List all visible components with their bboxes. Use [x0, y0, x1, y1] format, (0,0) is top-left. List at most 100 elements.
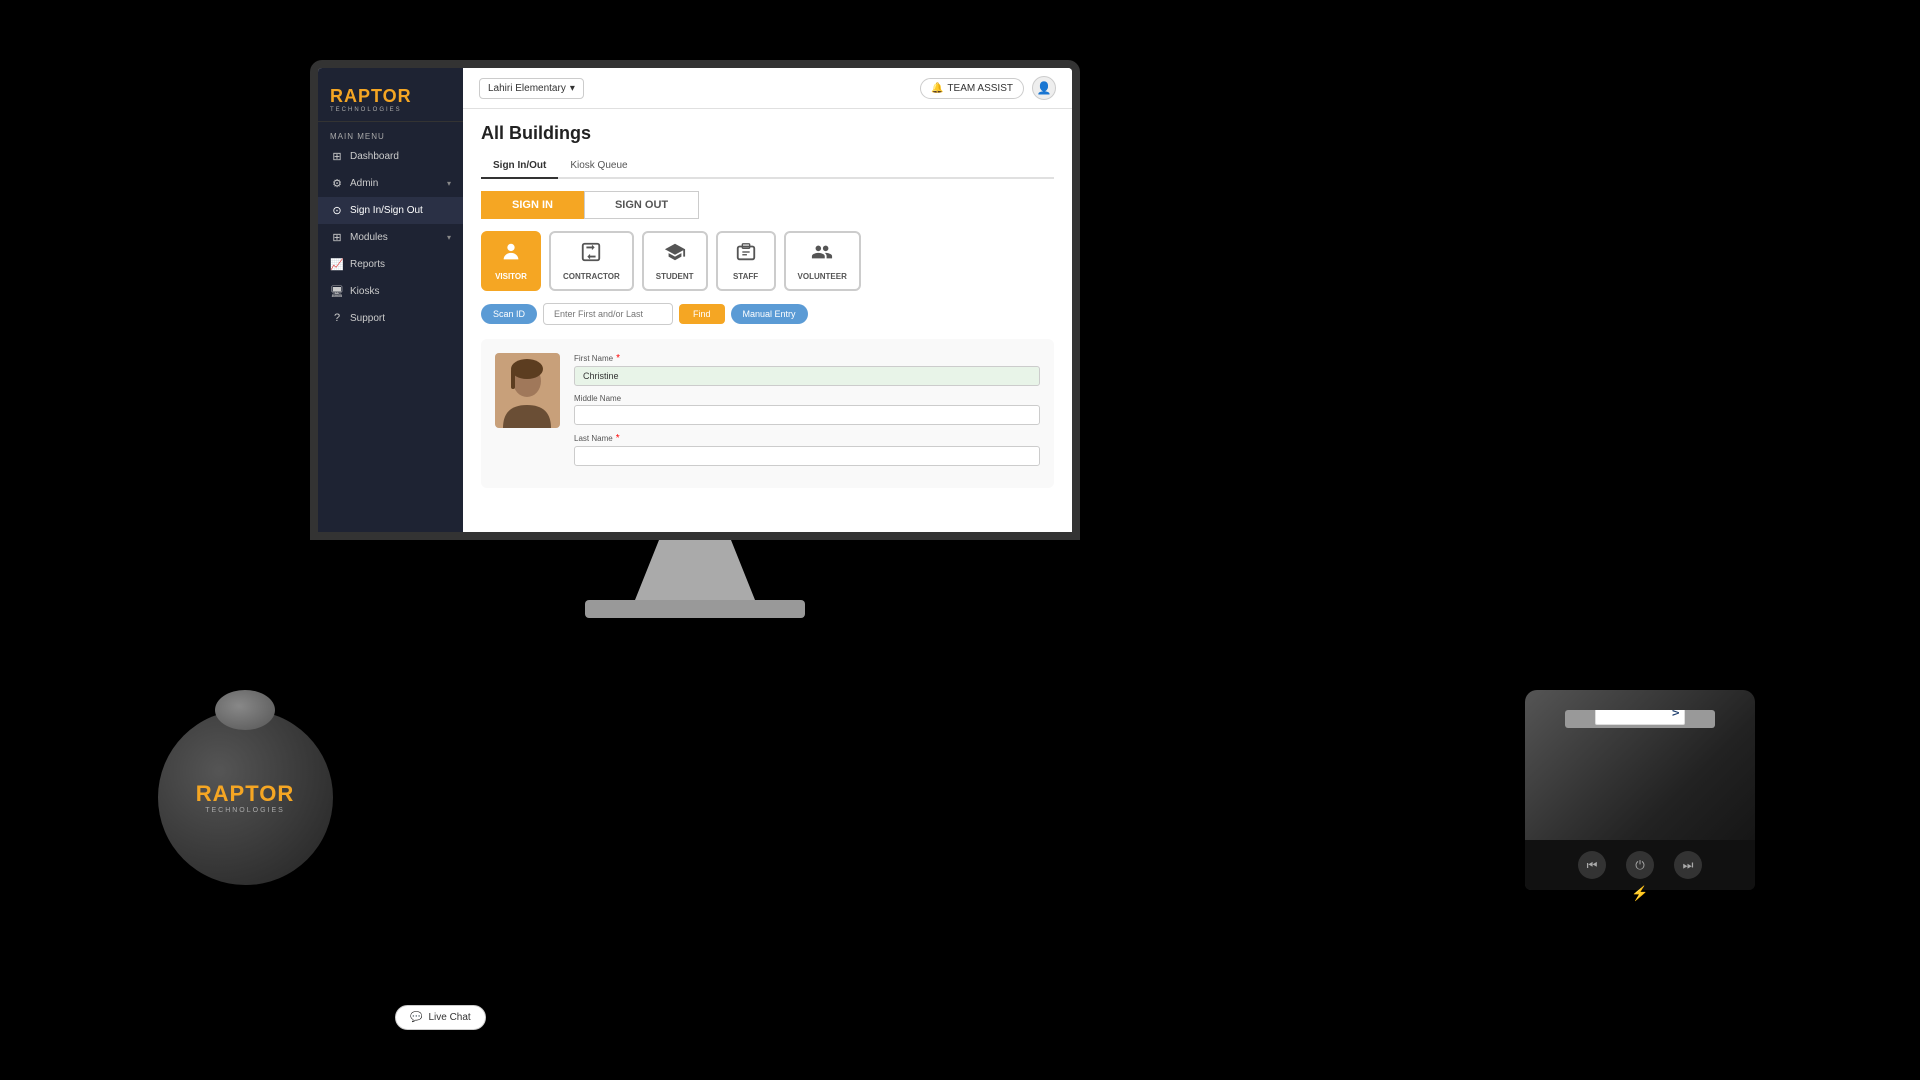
scanner-device: RAPTOR TECHNOLOGIES: [145, 710, 345, 940]
sidebar-item-admin[interactable]: ⚙ Admin ▾: [318, 170, 463, 197]
scanner-logo-text: RAPTOR: [196, 781, 295, 807]
last-name-input[interactable]: [574, 446, 1040, 466]
support-icon: ?: [330, 312, 344, 324]
live-chat-button[interactable]: 💬 Live Chat: [395, 1005, 486, 1030]
printer-label: Christine McKay Lahiri Elementary 08/46/…: [1595, 710, 1685, 725]
first-name-input[interactable]: [574, 366, 1040, 386]
scanner-top: [215, 690, 275, 730]
raptor-logo-text: RAPTOR: [330, 86, 451, 107]
sidebar-item-modules[interactable]: ⊞ Modules ▾: [318, 224, 463, 251]
printer-device: Christine McKay Lahiri Elementary 08/46/…: [1515, 690, 1765, 960]
sidebar-item-kiosks[interactable]: 🖥 Kiosks: [318, 278, 463, 305]
page-title: All Buildings: [481, 123, 1054, 144]
reports-icon: 📈: [330, 258, 344, 271]
user-icon: 👤: [1037, 81, 1052, 95]
printer-power-icon: ⏻: [1635, 858, 1645, 873]
sidebar-item-support[interactable]: ? Support: [318, 305, 463, 331]
form-fields: First Name * Middle Name: [574, 353, 1040, 474]
tab-signin[interactable]: Sign In/Out: [481, 154, 558, 179]
sidebar-modules-label: Modules: [350, 232, 441, 243]
scan-id-button[interactable]: Scan ID: [481, 304, 537, 324]
sidebar-section-title: Main Menu: [318, 128, 463, 143]
search-input[interactable]: [543, 303, 673, 325]
monitor: RAPTOR TECHNOLOGIES Main Menu ⊞ Dashboar…: [310, 60, 1080, 620]
user-profile-button[interactable]: 👤: [1032, 76, 1056, 100]
printer-usb-icon: ⚡: [1631, 885, 1648, 902]
school-dropdown-icon: ▾: [570, 83, 575, 94]
visitor-type-visitor-icon: [500, 241, 522, 268]
admin-icon: ⚙: [330, 177, 344, 190]
sign-out-button[interactable]: SIGN OUT: [584, 191, 699, 219]
middle-name-label: Middle Name: [574, 394, 1040, 403]
main-content: Lahiri Elementary ▾ 🔔 TEAM ASSIST 👤: [463, 68, 1072, 532]
form-section: First Name * Middle Name: [481, 339, 1054, 488]
visitor-type-staff[interactable]: STAFF: [716, 231, 776, 291]
visitor-type-contractor[interactable]: CONTRACTOR: [549, 231, 634, 291]
sign-in-button[interactable]: SIGN IN: [481, 191, 584, 219]
first-name-label: First Name *: [574, 353, 1040, 364]
sidebar: RAPTOR TECHNOLOGIES Main Menu ⊞ Dashboar…: [318, 68, 463, 532]
sidebar-kiosks-label: Kiosks: [350, 286, 451, 297]
school-selector[interactable]: Lahiri Elementary ▾: [479, 78, 584, 99]
school-name: Lahiri Elementary: [488, 83, 566, 94]
find-button[interactable]: Find: [679, 304, 725, 324]
page-content: All Buildings Sign In/Out Kiosk Queue: [463, 109, 1072, 532]
middle-name-field: Middle Name: [574, 394, 1040, 425]
printer-power-button[interactable]: ⏻: [1626, 851, 1654, 879]
live-chat-icon: 💬: [410, 1012, 422, 1023]
printer-forward-button[interactable]: ⏭: [1674, 851, 1702, 879]
visitor-photo: [495, 353, 560, 428]
visitor-type-student[interactable]: STUDENT: [642, 231, 708, 291]
tabs: Sign In/Out Kiosk Queue: [481, 154, 1054, 179]
scanner-logo-sub: TECHNOLOGIES: [196, 807, 295, 814]
sidebar-dashboard-label: Dashboard: [350, 151, 451, 162]
sidebar-signin-label: Sign In/Sign Out: [350, 205, 451, 216]
signin-toggle: SIGN IN SIGN OUT: [481, 191, 1054, 219]
team-assist-bell-icon: 🔔: [931, 83, 943, 94]
visitor-type-contractor-icon: [580, 241, 602, 268]
modules-arrow-icon: ▾: [447, 233, 451, 242]
last-name-required: *: [616, 433, 620, 444]
admin-arrow-icon: ▾: [447, 179, 451, 188]
sidebar-logo: RAPTOR TECHNOLOGIES: [318, 76, 463, 122]
technologies-logo-text: TECHNOLOGIES: [330, 107, 451, 113]
modules-icon: ⊞: [330, 231, 344, 244]
visitor-types: VISITOR CONTRACTOR: [481, 231, 1054, 291]
visitor-type-volunteer[interactable]: VOLUNTEER: [784, 231, 861, 291]
middle-name-input[interactable]: [574, 405, 1040, 425]
printer-label-visitor: VISITOR: [1671, 710, 1681, 715]
monitor-screen: RAPTOR TECHNOLOGIES Main Menu ⊞ Dashboar…: [318, 68, 1072, 532]
first-name-field: First Name *: [574, 353, 1040, 386]
visitor-type-volunteer-icon: [811, 241, 833, 268]
monitor-frame: RAPTOR TECHNOLOGIES Main Menu ⊞ Dashboar…: [310, 60, 1080, 540]
live-chat-label: Live Chat: [428, 1012, 470, 1023]
printer-rewind-button[interactable]: ⏮: [1578, 851, 1606, 879]
last-name-label: Last Name *: [574, 433, 1040, 444]
visitor-type-staff-icon: [735, 241, 757, 268]
printer-slot: Christine McKay Lahiri Elementary 08/46/…: [1565, 710, 1715, 728]
topbar-right: 🔔 TEAM ASSIST 👤: [920, 76, 1056, 100]
signin-icon: ⊙: [330, 204, 344, 217]
sidebar-item-dashboard[interactable]: ⊞ Dashboard: [318, 143, 463, 170]
monitor-base: [585, 600, 805, 618]
printer-body: Christine McKay Lahiri Elementary 08/46/…: [1525, 690, 1755, 890]
sidebar-item-reports[interactable]: 📈 Reports: [318, 251, 463, 278]
printer-forward-icon: ⏭: [1683, 858, 1694, 873]
manual-entry-button[interactable]: Manual Entry: [731, 304, 808, 324]
last-name-field: Last Name *: [574, 433, 1040, 466]
sidebar-reports-label: Reports: [350, 259, 451, 270]
visitor-type-visitor[interactable]: VISITOR: [481, 231, 541, 291]
scanner-body: RAPTOR TECHNOLOGIES: [158, 710, 333, 885]
printer-controls: ⏮ ⏻ ⏭: [1525, 840, 1755, 890]
first-name-required: *: [616, 353, 620, 364]
tab-kiosk[interactable]: Kiosk Queue: [558, 154, 639, 179]
team-assist-label: TEAM ASSIST: [947, 83, 1013, 94]
kiosks-icon: 🖥: [330, 285, 344, 298]
sidebar-support-label: Support: [350, 313, 451, 324]
search-bar: Scan ID Find Manual Entry: [481, 303, 1054, 325]
printer-rewind-icon: ⏮: [1587, 858, 1598, 873]
monitor-stand: [635, 540, 755, 600]
app-layout: RAPTOR TECHNOLOGIES Main Menu ⊞ Dashboar…: [318, 68, 1072, 532]
team-assist-button[interactable]: 🔔 TEAM ASSIST: [920, 78, 1024, 99]
sidebar-item-signin[interactable]: ⊙ Sign In/Sign Out: [318, 197, 463, 224]
